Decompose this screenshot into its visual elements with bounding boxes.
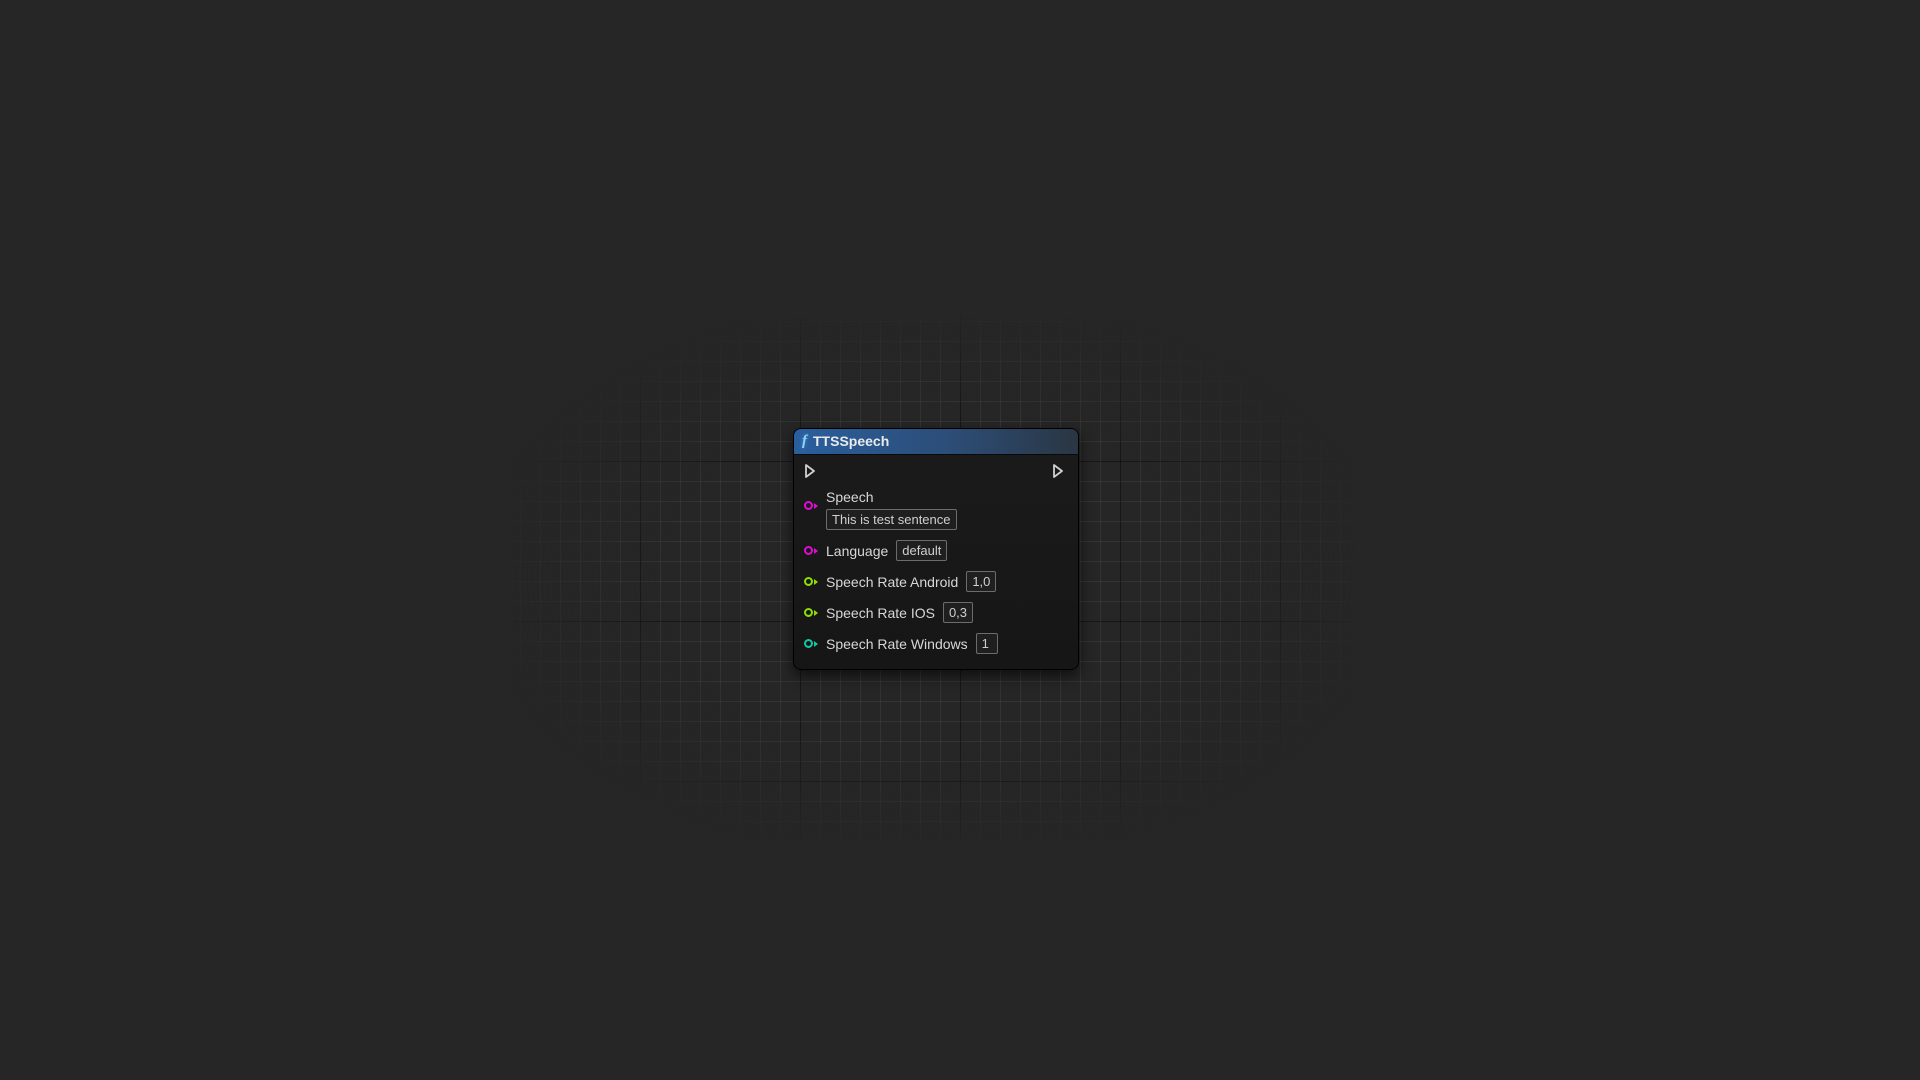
node-body: Speech This is test sentence Language de… — [794, 455, 1078, 669]
speech-input[interactable]: This is test sentence — [826, 509, 957, 530]
node-header[interactable]: f TTSSpeech — [794, 429, 1078, 455]
pin-label: Speech Rate IOS — [826, 605, 935, 621]
exec-in-pin[interactable] — [804, 463, 820, 479]
rate-windows-input[interactable]: 1 — [976, 633, 998, 654]
rate-ios-input[interactable]: 0,3 — [943, 602, 973, 623]
pin-connector-icon[interactable] — [804, 499, 818, 513]
node-title: TTSSpeech — [813, 433, 889, 449]
node-ttsspeech[interactable]: f TTSSpeech Speech This is test sentence — [793, 428, 1079, 670]
pin-rate-windows: Speech Rate Windows 1 — [804, 628, 1068, 659]
pin-connector-icon[interactable] — [804, 637, 818, 651]
pin-rate-ios: Speech Rate IOS 0,3 — [804, 597, 1068, 628]
pin-connector-icon[interactable] — [804, 606, 818, 620]
pin-label: Speech Rate Android — [826, 574, 958, 590]
exec-row — [804, 461, 1068, 485]
function-icon: f — [802, 434, 807, 449]
pin-language: Language default — [804, 535, 1068, 566]
rate-android-input[interactable]: 1,0 — [966, 571, 996, 592]
pin-label: Speech Rate Windows — [826, 636, 968, 652]
exec-out-pin[interactable] — [1052, 463, 1068, 479]
language-input[interactable]: default — [896, 540, 947, 561]
pin-label: Language — [826, 543, 888, 559]
pin-speech: Speech This is test sentence — [804, 485, 1068, 535]
pin-connector-icon[interactable] — [804, 544, 818, 558]
pin-label: Speech — [826, 489, 957, 505]
pin-connector-icon[interactable] — [804, 575, 818, 589]
pin-rate-android: Speech Rate Android 1,0 — [804, 566, 1068, 597]
